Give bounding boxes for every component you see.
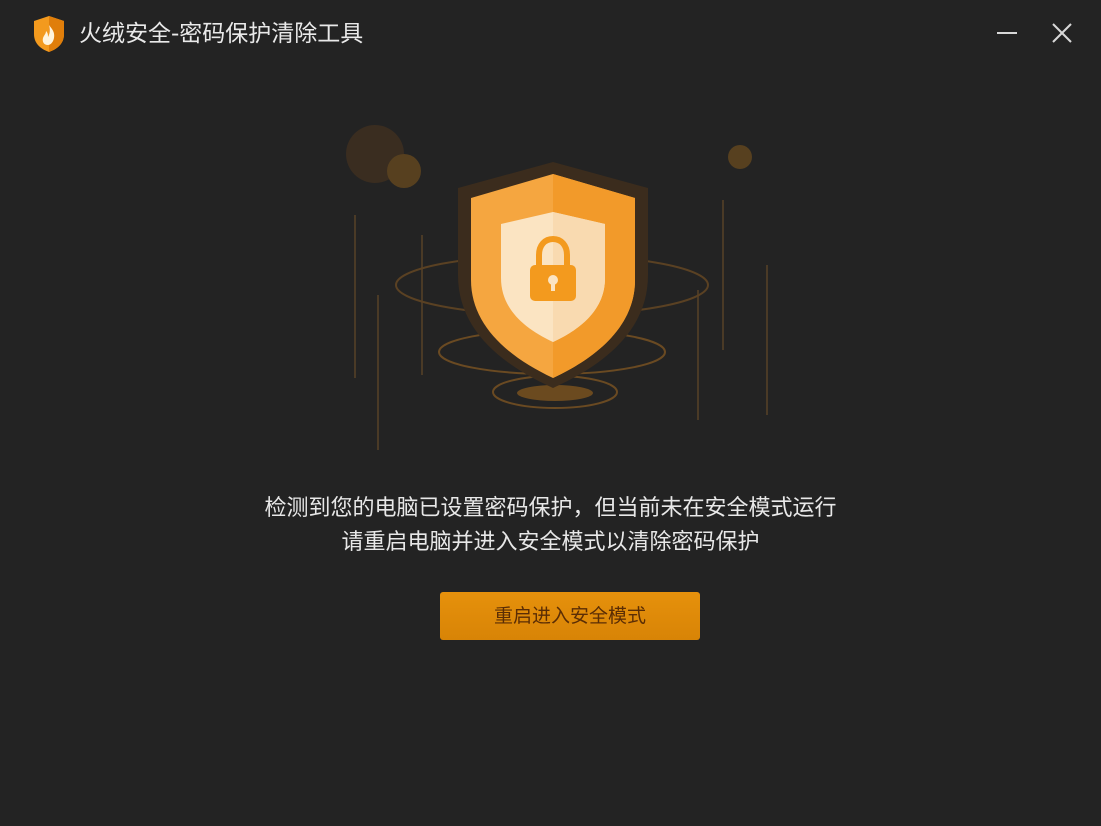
bokeh-dot xyxy=(728,145,752,169)
app-logo-icon xyxy=(34,16,64,52)
bokeh-dot xyxy=(387,154,421,188)
message-line-1: 检测到您的电脑已设置密码保护，但当前未在安全模式运行 xyxy=(264,496,837,521)
close-button[interactable] xyxy=(1047,18,1077,48)
shield-lock-illustration xyxy=(346,125,768,450)
message-line-2: 请重启电脑并进入安全模式以清除密码保护 xyxy=(341,530,760,555)
minimize-button[interactable] xyxy=(992,18,1022,48)
close-icon xyxy=(1052,23,1072,43)
restart-safe-mode-button[interactable]: 重启进入安全模式 xyxy=(440,592,700,640)
window-title: 火绒安全-密码保护清除工具 xyxy=(79,21,364,47)
title-bar[interactable]: 火绒安全-密码保护清除工具 xyxy=(0,0,1101,70)
minimize-icon xyxy=(997,32,1017,34)
app-window: 火绒安全-密码保护清除工具 检测到您的电脑已设置密码保护，但当前未在安全模式运行… xyxy=(0,0,1101,826)
status-message: 检测到您的电脑已设置密码保护，但当前未在安全模式运行 请重启电脑并进入安全模式以… xyxy=(0,492,1101,560)
